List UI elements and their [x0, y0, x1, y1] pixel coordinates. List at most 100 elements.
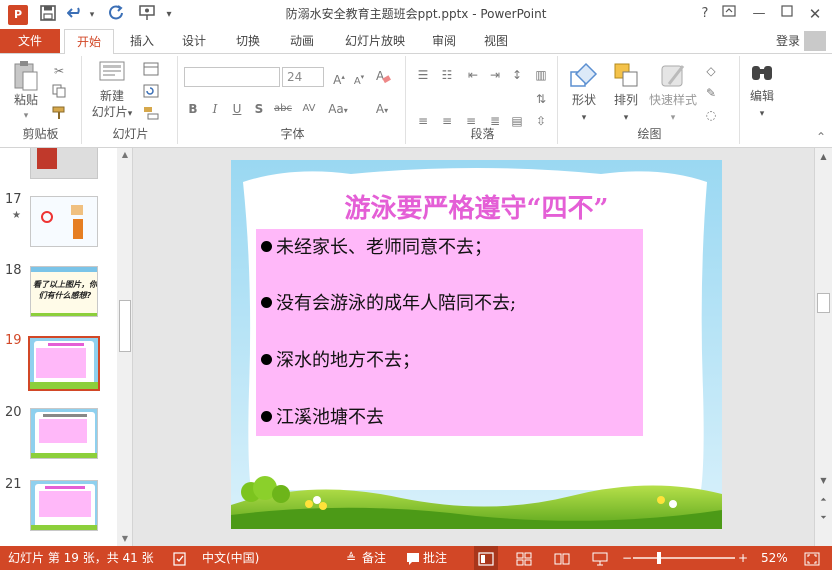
shape-outline-icon[interactable]: ✎ — [702, 84, 720, 102]
login-link[interactable]: 登录 — [776, 29, 800, 53]
slide-thumbnail[interactable] — [30, 480, 98, 531]
quick-styles-button[interactable]: 快速样式 ▾ — [648, 60, 698, 126]
status-bar: 幻灯片 第 19 张，共 41 张 中文(中国) ≜ 备注 批注 − + 52% — [0, 546, 832, 570]
numbering-icon[interactable]: ☷ — [438, 66, 456, 84]
zoom-slider[interactable] — [633, 557, 735, 559]
font-color-icon[interactable]: A▾ — [370, 100, 394, 118]
collapse-ribbon-icon[interactable]: ⌃ — [812, 128, 830, 146]
tab-transitions[interactable]: 切换 — [226, 29, 270, 53]
cut-icon[interactable]: ✂ — [50, 62, 68, 80]
user-avatar-icon[interactable] — [804, 31, 826, 51]
shape-effects-icon[interactable]: ◌ — [702, 106, 720, 124]
shape-fill-icon[interactable]: ◇ — [702, 62, 720, 80]
slide-title[interactable]: 游泳要严格遵守“四不” — [231, 188, 722, 225]
slide-scrollbar[interactable]: ▲ ▼ ⏶ ⏷ — [814, 148, 832, 546]
shrink-font-icon[interactable]: A▾ — [350, 68, 368, 87]
zoom-in-button[interactable]: + — [738, 546, 748, 570]
scroll-up-icon[interactable]: ▲ — [117, 148, 133, 162]
strikethrough-icon[interactable]: abc — [272, 100, 294, 118]
language-status[interactable]: 中文(中国) — [202, 546, 259, 570]
undo-dropdown-icon[interactable]: ▾ — [86, 5, 98, 25]
minimize-icon[interactable]: — — [748, 4, 770, 24]
normal-view-icon[interactable] — [474, 546, 498, 570]
shadow-icon[interactable]: S — [250, 100, 268, 118]
bullets-icon[interactable]: ☰ — [414, 66, 432, 84]
customize-qat-icon[interactable]: ▾ — [162, 5, 176, 25]
slide-content-box[interactable]: 未经家长、老师同意不去； 没有会游泳的成年人陪同不去; 深水的地方不去； 江溪池… — [256, 229, 643, 436]
notes-icon[interactable]: ≜ — [346, 546, 356, 570]
thumbnail-scrollbar[interactable]: ▲ ▼ — [117, 148, 133, 546]
scroll-down-icon[interactable]: ▼ — [815, 474, 832, 488]
increase-indent-icon[interactable]: ⇥ — [486, 66, 504, 84]
slide-thumbnail[interactable] — [30, 148, 98, 179]
slide-thumbnail[interactable]: 看了以上图片，你们有什么感想? — [30, 266, 98, 317]
paste-label: 粘贴 — [13, 93, 38, 107]
underline-icon[interactable]: U — [228, 100, 246, 118]
maximize-icon[interactable] — [776, 4, 798, 24]
ribbon-home: 粘贴 ▾ ✂ 剪贴板 新建 幻灯片▾ 幻灯片 24 A▴ A▾ A B I U … — [0, 53, 832, 148]
scroll-down-icon[interactable]: ▼ — [117, 532, 133, 546]
section-icon[interactable] — [142, 106, 160, 124]
line-spacing-icon[interactable]: ↕ — [508, 66, 526, 84]
slide-thumbnail-current[interactable] — [28, 336, 100, 391]
shapes-button[interactable]: 形状 ▾ — [564, 60, 604, 126]
format-painter-icon[interactable] — [50, 106, 68, 124]
slideshow-view-icon[interactable] — [592, 546, 608, 570]
slide-thumbnail[interactable] — [30, 196, 98, 247]
presenter-icon[interactable] — [136, 5, 158, 25]
editing-button[interactable]: 编辑 ▾ — [744, 60, 780, 122]
tab-slideshow[interactable]: 幻灯片放映 — [336, 29, 414, 53]
font-size-field[interactable]: 24 — [282, 67, 324, 87]
fit-to-window-icon[interactable] — [804, 546, 820, 570]
tab-animations[interactable]: 动画 — [280, 29, 324, 53]
bullet-item: 深水的地方不去； — [261, 346, 420, 372]
zoom-out-button[interactable]: − — [622, 546, 632, 570]
slide-sorter-icon[interactable] — [516, 546, 532, 570]
change-case-icon[interactable]: Aa▾ — [324, 100, 352, 118]
layout-icon[interactable] — [142, 62, 160, 80]
tab-review[interactable]: 审阅 — [422, 29, 466, 53]
new-slide-button[interactable]: 新建 幻灯片▾ — [90, 60, 134, 122]
scroll-up-icon[interactable]: ▲ — [815, 150, 832, 164]
grow-font-icon[interactable]: A▴ — [330, 68, 348, 87]
previous-slide-icon[interactable]: ⏶ — [815, 493, 832, 507]
new-slide-label-2: 幻灯片 — [91, 105, 128, 119]
powerpoint-app-icon[interactable]: P — [8, 5, 28, 25]
slide-thumbnail[interactable] — [30, 408, 98, 459]
tab-file[interactable]: 文件 — [0, 29, 60, 53]
thumbnail-scroll-thumb[interactable] — [119, 300, 131, 352]
bold-icon[interactable]: B — [184, 100, 202, 118]
current-slide[interactable]: 游泳要严格遵守“四不” 未经家长、老师同意不去； 没有会游泳的成年人陪同不去; … — [231, 160, 722, 529]
copy-icon[interactable] — [50, 84, 68, 102]
close-icon[interactable]: ✕ — [804, 4, 826, 24]
slide-edit-area[interactable]: 游泳要严格遵守“四不” 未经家长、老师同意不去； 没有会游泳的成年人陪同不去; … — [134, 148, 814, 546]
comments-button[interactable]: 批注 — [423, 546, 447, 570]
zoom-slider-knob[interactable] — [657, 552, 661, 564]
comments-icon[interactable] — [406, 546, 420, 570]
tab-insert[interactable]: 插入 — [120, 29, 164, 53]
decrease-indent-icon[interactable]: ⇤ — [464, 66, 482, 84]
reading-view-icon[interactable] — [554, 546, 570, 570]
tab-view[interactable]: 视图 — [474, 29, 518, 53]
font-name-field[interactable] — [184, 67, 280, 87]
ribbon-display-icon[interactable] — [718, 4, 740, 24]
spell-check-icon[interactable] — [172, 546, 188, 570]
undo-icon[interactable] — [66, 5, 86, 25]
next-slide-icon[interactable]: ⏷ — [815, 511, 832, 525]
paste-button[interactable]: 粘贴 ▾ — [8, 60, 44, 124]
tab-home[interactable]: 开始 — [64, 29, 114, 54]
columns-icon[interactable]: ▥ — [532, 66, 550, 84]
redo-icon[interactable] — [106, 5, 126, 25]
reset-icon[interactable] — [142, 84, 160, 102]
slide-scroll-thumb[interactable] — [817, 293, 830, 313]
italic-icon[interactable]: I — [206, 100, 224, 118]
zoom-percent[interactable]: 52% — [761, 546, 788, 570]
help-icon[interactable]: ? — [694, 4, 716, 24]
clear-format-icon[interactable]: A — [374, 68, 392, 86]
notes-button[interactable]: 备注 — [362, 546, 386, 570]
text-direction-icon[interactable]: ⇅ — [532, 90, 550, 108]
tab-design[interactable]: 设计 — [172, 29, 216, 53]
save-icon[interactable] — [38, 5, 58, 25]
char-spacing-icon[interactable]: AV — [298, 100, 320, 118]
arrange-button[interactable]: 排列 ▾ — [606, 60, 646, 126]
